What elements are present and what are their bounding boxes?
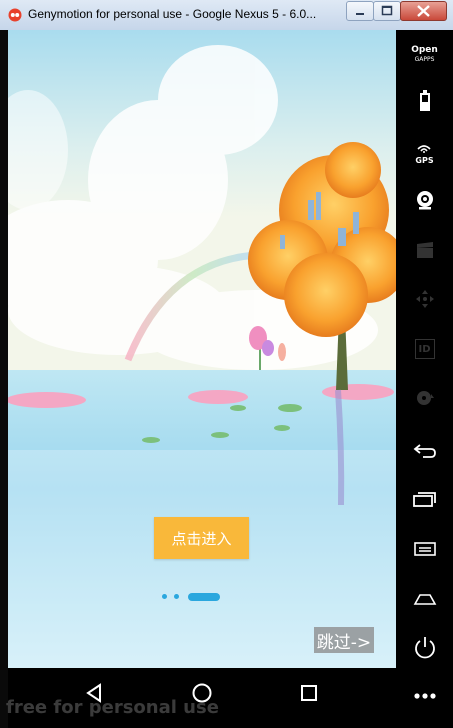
id-label: ID xyxy=(418,343,431,355)
menu-icon xyxy=(413,542,436,556)
back-arrow-icon xyxy=(413,444,436,458)
id-icon: ID xyxy=(414,339,435,359)
enter-button[interactable]: 点击进入 xyxy=(154,517,249,559)
recent-apps-button[interactable] xyxy=(396,479,453,519)
gps-button[interactable]: GPS xyxy=(396,131,453,171)
device-id-button[interactable]: ID xyxy=(396,329,453,369)
window-title: Genymotion for personal use - Google Nex… xyxy=(28,7,317,21)
genymotion-toolbar: Open GAPPS GPS ID xyxy=(396,30,453,728)
power-icon xyxy=(414,637,435,659)
back-button[interactable] xyxy=(396,431,453,471)
license-watermark: free for personal use xyxy=(6,697,219,718)
page-indicator xyxy=(162,592,222,602)
more-dots-icon xyxy=(413,693,436,699)
webcam-button[interactable] xyxy=(396,180,453,220)
page-dot-1 xyxy=(162,594,167,599)
page-dot-active xyxy=(188,593,220,601)
power-button[interactable] xyxy=(396,627,453,667)
gps-label: GPS xyxy=(415,155,434,165)
home-button[interactable] xyxy=(396,579,453,619)
maximize-icon xyxy=(381,5,393,16)
clapperboard-icon xyxy=(416,242,433,258)
close-icon xyxy=(417,5,430,17)
dpad-icon xyxy=(415,290,434,308)
media-button[interactable] xyxy=(396,230,453,270)
recent-apps-icon xyxy=(412,492,436,507)
disk-button[interactable] xyxy=(396,378,453,418)
skip-button[interactable]: 跳过-> xyxy=(314,627,374,653)
menu-button[interactable] xyxy=(396,529,453,569)
close-button[interactable] xyxy=(400,1,447,21)
genymotion-logo-icon xyxy=(8,8,22,22)
home-icon xyxy=(413,594,436,605)
battery-button[interactable] xyxy=(396,81,453,121)
open-gapps-label: Open xyxy=(411,45,438,55)
maximize-button[interactable] xyxy=(373,1,401,21)
minimize-icon xyxy=(356,13,364,15)
splash-screen: 点击进入 跳过-> xyxy=(8,30,396,668)
gps-icon xyxy=(417,144,432,153)
battery-icon xyxy=(419,90,430,111)
window-titlebar: Genymotion for personal use - Google Nex… xyxy=(0,0,453,31)
gapps-label: GAPPS xyxy=(414,56,435,63)
webcam-icon xyxy=(416,191,433,210)
emulator-bezel xyxy=(0,30,8,728)
minimize-button[interactable] xyxy=(346,1,374,21)
nav-recents-button[interactable] xyxy=(291,680,327,706)
recents-square-icon xyxy=(301,685,317,701)
dpad-button[interactable] xyxy=(396,279,453,319)
more-button[interactable] xyxy=(396,676,453,716)
page-dot-2 xyxy=(174,594,179,599)
open-gapps-button[interactable]: Open GAPPS xyxy=(396,35,453,75)
splash-illustration xyxy=(8,30,396,668)
disk-icon xyxy=(416,391,434,405)
